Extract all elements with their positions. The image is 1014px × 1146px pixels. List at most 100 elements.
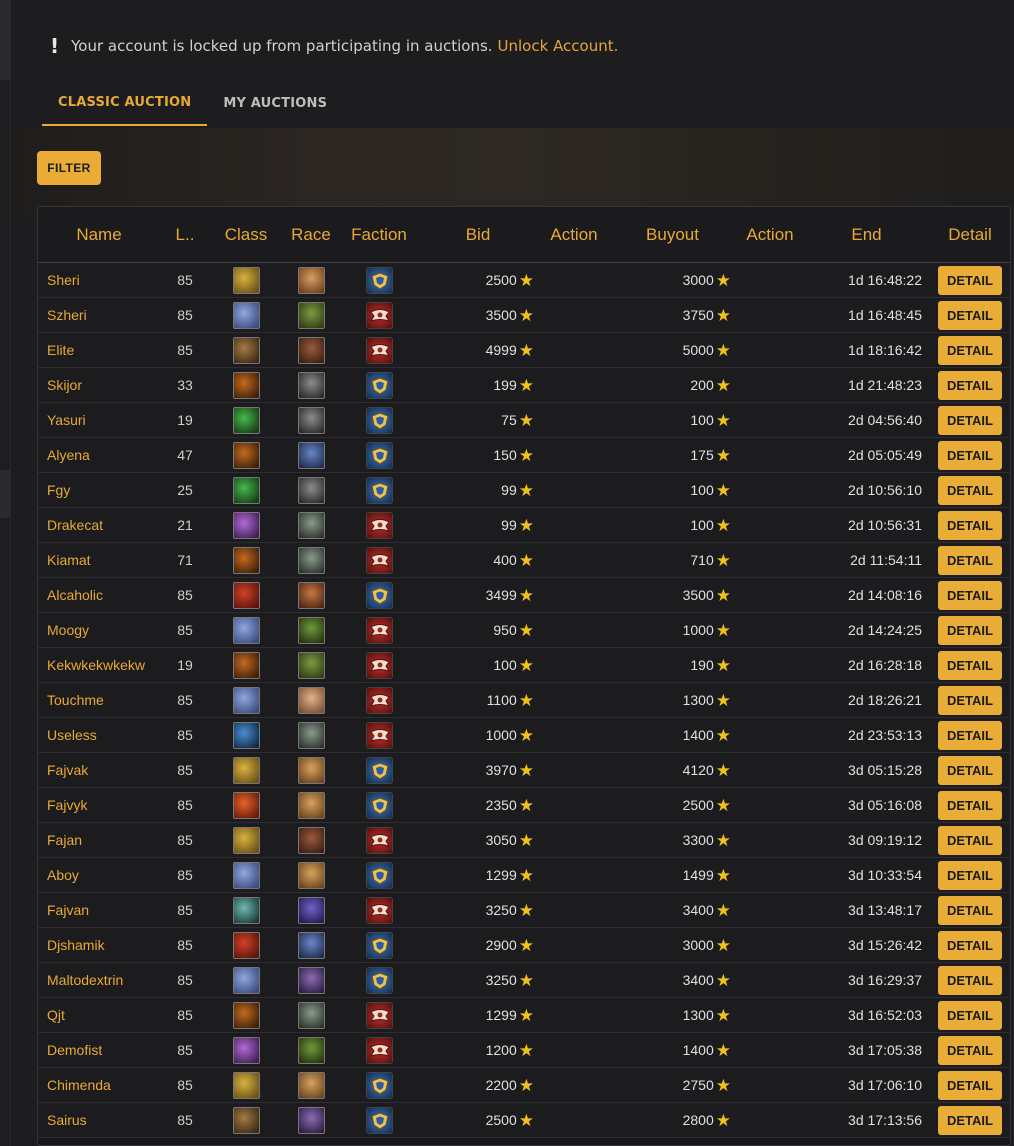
- detail-button[interactable]: DETAIL: [938, 650, 1002, 680]
- horde-faction-icon: [365, 301, 393, 329]
- star-icon: ★: [715, 830, 731, 850]
- row-buyout: 2500: [682, 797, 714, 813]
- detail-button[interactable]: DETAIL: [938, 930, 1002, 960]
- column-header-name[interactable]: Name: [38, 225, 160, 245]
- shaman-icon: [232, 931, 260, 959]
- detail-button[interactable]: DETAIL: [938, 580, 1002, 610]
- star-icon: ★: [715, 935, 731, 955]
- row-buyout: 3500: [682, 587, 714, 603]
- row-bid: 1000: [485, 727, 517, 743]
- horde-faction-icon: [365, 826, 393, 854]
- blood-elf-icon: [297, 686, 325, 714]
- paladin-icon: [232, 756, 260, 784]
- alliance-faction-icon: [365, 1106, 393, 1134]
- tauren-icon: [297, 826, 325, 854]
- star-icon: ★: [715, 375, 731, 395]
- detail-button[interactable]: DETAIL: [938, 755, 1002, 785]
- detail-button[interactable]: DETAIL: [938, 370, 1002, 400]
- column-header-faction[interactable]: Faction: [340, 225, 418, 245]
- unlock-account-link[interactable]: Unlock Account.: [498, 37, 619, 55]
- horde-faction-icon: [365, 721, 393, 749]
- tab-my-auctions[interactable]: MY AUCTIONS: [207, 80, 343, 126]
- tab-classic-auction[interactable]: CLASSIC AUCTION: [42, 80, 208, 126]
- alliance-faction-icon: [365, 266, 393, 294]
- detail-button[interactable]: DETAIL: [938, 1070, 1002, 1100]
- detail-button[interactable]: DETAIL: [938, 965, 1002, 995]
- row-end-time: 2d 10:56:10: [848, 482, 922, 498]
- row-bid: 100: [493, 657, 517, 673]
- detail-button[interactable]: DETAIL: [938, 790, 1002, 820]
- row-bid: 3500: [485, 307, 517, 323]
- star-icon: ★: [715, 690, 731, 710]
- human-male-icon: [297, 1071, 325, 1099]
- horde-faction-icon: [365, 616, 393, 644]
- row-name: Useless: [47, 727, 97, 743]
- row-name: Alyena: [47, 447, 90, 463]
- goblin-icon: [297, 616, 325, 644]
- detail-button[interactable]: DETAIL: [938, 860, 1002, 890]
- horde-faction-icon: [365, 336, 393, 364]
- row-name: Szheri: [47, 307, 87, 323]
- detail-button[interactable]: DETAIL: [938, 335, 1002, 365]
- detail-button[interactable]: DETAIL: [938, 685, 1002, 715]
- row-level: 85: [177, 727, 193, 743]
- column-header-race[interactable]: Race: [282, 225, 340, 245]
- auction-table: Name L.. Class Race Faction Bid Action B…: [37, 206, 1011, 1146]
- paladin-icon: [232, 266, 260, 294]
- detail-button[interactable]: DETAIL: [938, 265, 1002, 295]
- row-bid: 3970: [485, 762, 517, 778]
- star-icon: ★: [518, 375, 534, 395]
- night-elf-icon: [297, 1106, 325, 1134]
- detail-button[interactable]: DETAIL: [938, 1035, 1002, 1065]
- row-level: 33: [177, 377, 193, 393]
- rogue-icon: [232, 406, 260, 434]
- row-bid: 4999: [485, 342, 517, 358]
- filter-button[interactable]: FILTER: [37, 151, 101, 185]
- row-name: Moogy: [47, 622, 90, 638]
- row-buyout: 3300: [682, 832, 714, 848]
- row-buyout: 2800: [682, 1112, 714, 1128]
- detail-button[interactable]: DETAIL: [938, 825, 1002, 855]
- death-knight-icon: [232, 896, 260, 924]
- detail-button[interactable]: DETAIL: [938, 720, 1002, 750]
- row-buyout: 1000: [682, 622, 714, 638]
- star-icon: ★: [715, 550, 731, 570]
- detail-button[interactable]: DETAIL: [938, 1000, 1002, 1030]
- exclamation-icon: !: [50, 34, 60, 58]
- detail-button[interactable]: DETAIL: [938, 405, 1002, 435]
- column-header-end[interactable]: End: [805, 225, 928, 245]
- detail-button[interactable]: DETAIL: [938, 1105, 1002, 1135]
- table-row: Kiamat 71 400 ★ 710 ★ 2d 11:54:11 DETAIL: [38, 543, 1010, 578]
- alliance-faction-icon: [365, 441, 393, 469]
- row-bid: 3250: [485, 972, 517, 988]
- priest-icon: [232, 301, 260, 329]
- left-sidebar-edge: [0, 0, 11, 1146]
- column-header-level[interactable]: L..: [160, 225, 210, 245]
- row-bid: 75: [501, 412, 517, 428]
- detail-button[interactable]: DETAIL: [938, 300, 1002, 330]
- table-row: Fgy 25 99 ★ 100 ★ 2d 10:56:10 DETAIL: [38, 473, 1010, 508]
- row-buyout: 100: [690, 517, 714, 533]
- star-icon: ★: [715, 585, 731, 605]
- row-name: Qjt: [47, 1007, 65, 1023]
- column-header-buyout[interactable]: Buyout: [610, 225, 735, 245]
- row-buyout: 3400: [682, 902, 714, 918]
- detail-button[interactable]: DETAIL: [938, 510, 1002, 540]
- star-icon: ★: [518, 550, 534, 570]
- row-name: Maltodextrin: [47, 972, 124, 988]
- detail-button[interactable]: DETAIL: [938, 615, 1002, 645]
- row-name: Fajan: [47, 832, 83, 848]
- column-header-bid[interactable]: Bid: [418, 225, 538, 245]
- column-header-buyout-action: Action: [746, 224, 794, 244]
- detail-button[interactable]: DETAIL: [938, 545, 1002, 575]
- row-bid: 400: [493, 552, 517, 568]
- undead-icon: [297, 721, 325, 749]
- table-row: Drakecat 21 99 ★ 100 ★ 2d 10:56:31 DETAIL: [38, 508, 1010, 543]
- row-level: 85: [177, 272, 193, 288]
- detail-button[interactable]: DETAIL: [938, 440, 1002, 470]
- column-header-class[interactable]: Class: [210, 225, 282, 245]
- detail-button[interactable]: DETAIL: [938, 475, 1002, 505]
- detail-button[interactable]: DETAIL: [938, 895, 1002, 925]
- row-level: 47: [177, 447, 193, 463]
- horde-faction-icon: [365, 651, 393, 679]
